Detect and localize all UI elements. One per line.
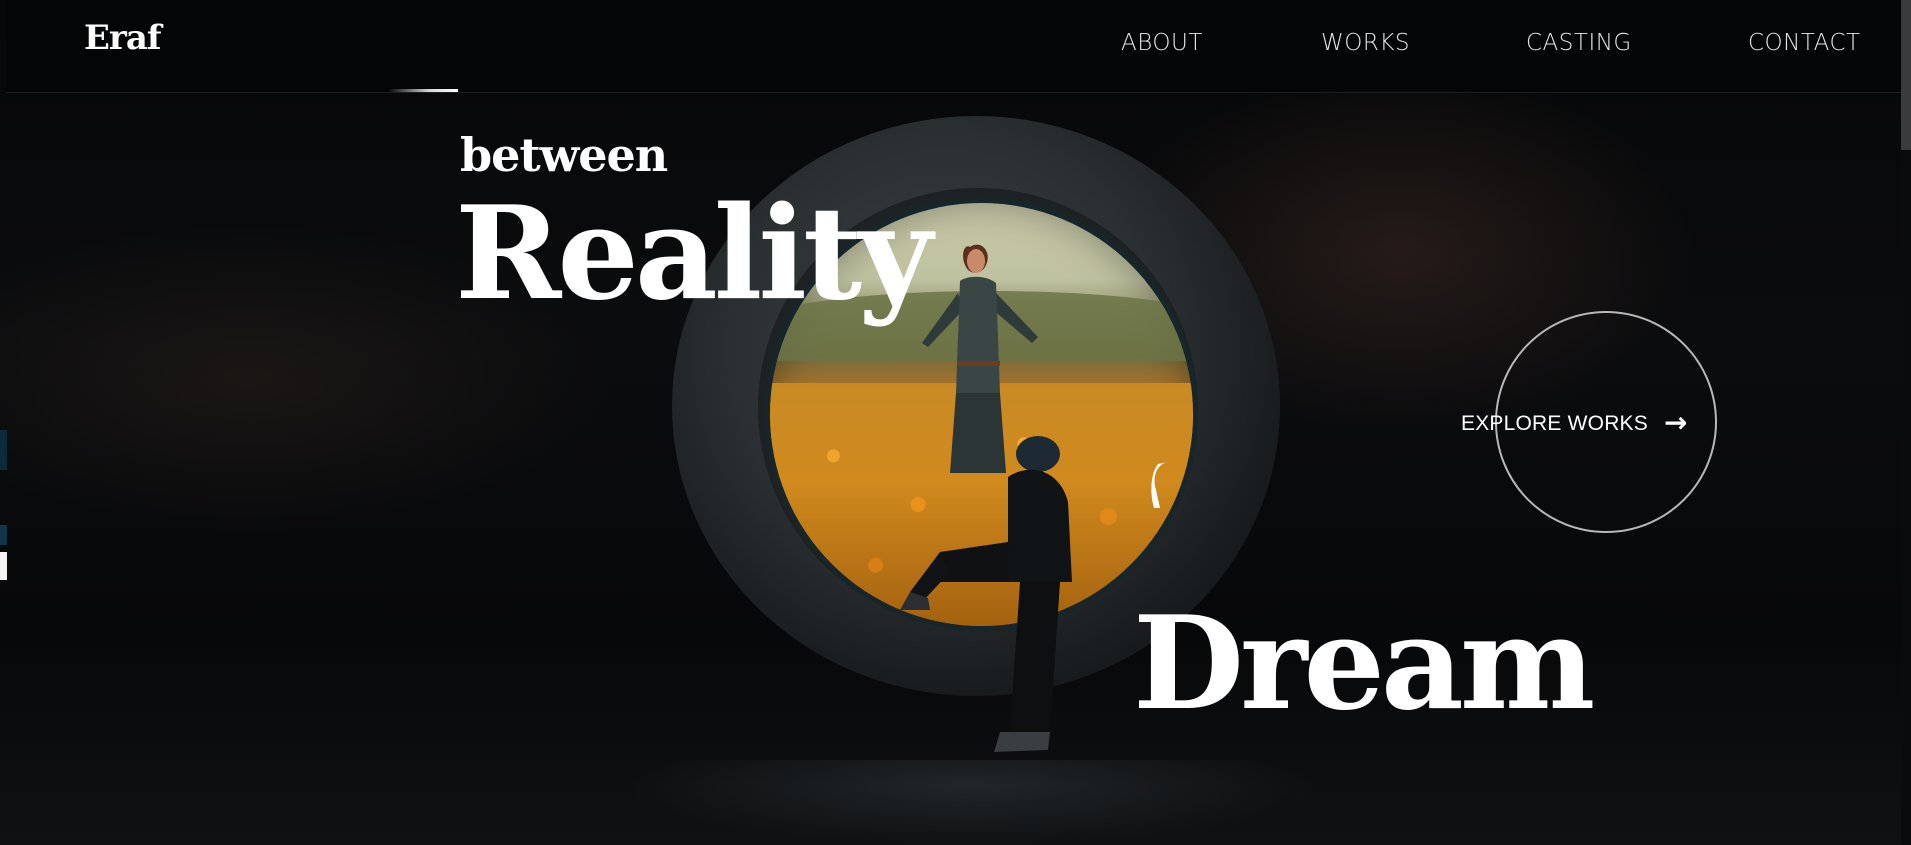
- nav-link-about[interactable]: ABOUT: [1121, 30, 1203, 56]
- site-logo[interactable]: Eraf: [84, 18, 161, 58]
- explore-works-label[interactable]: EXPLORE WORKS: [1461, 412, 1648, 436]
- scroll-progress-indicator: [388, 89, 458, 92]
- floor-shadow: [620, 760, 1320, 845]
- hero-word-dream: Dream: [1133, 589, 1595, 739]
- hero-sitting-figure: [900, 436, 1072, 752]
- edge-fragment: [0, 525, 7, 545]
- decorative-shape: [1151, 462, 1168, 508]
- scrollbar-thumb[interactable]: [1901, 0, 1911, 150]
- hero-word-reality: Reality: [455, 179, 932, 329]
- page: between Reality Dream EXPLORE WORKS → Er…: [0, 0, 1911, 845]
- edge-fragment: [0, 430, 7, 470]
- nav-link-works[interactable]: WORKS: [1321, 30, 1410, 56]
- page-scrollbar[interactable]: [1901, 0, 1911, 845]
- edge-fragment: [0, 552, 7, 580]
- hero-word-between: between: [460, 128, 668, 182]
- site-header: Eraf ABOUT WORKS CASTING CONTACT: [6, 0, 1901, 93]
- nav-link-casting[interactable]: CASTING: [1526, 30, 1632, 56]
- nav-link-contact[interactable]: CONTACT: [1748, 30, 1861, 56]
- arrow-right-icon[interactable]: →: [1664, 406, 1687, 439]
